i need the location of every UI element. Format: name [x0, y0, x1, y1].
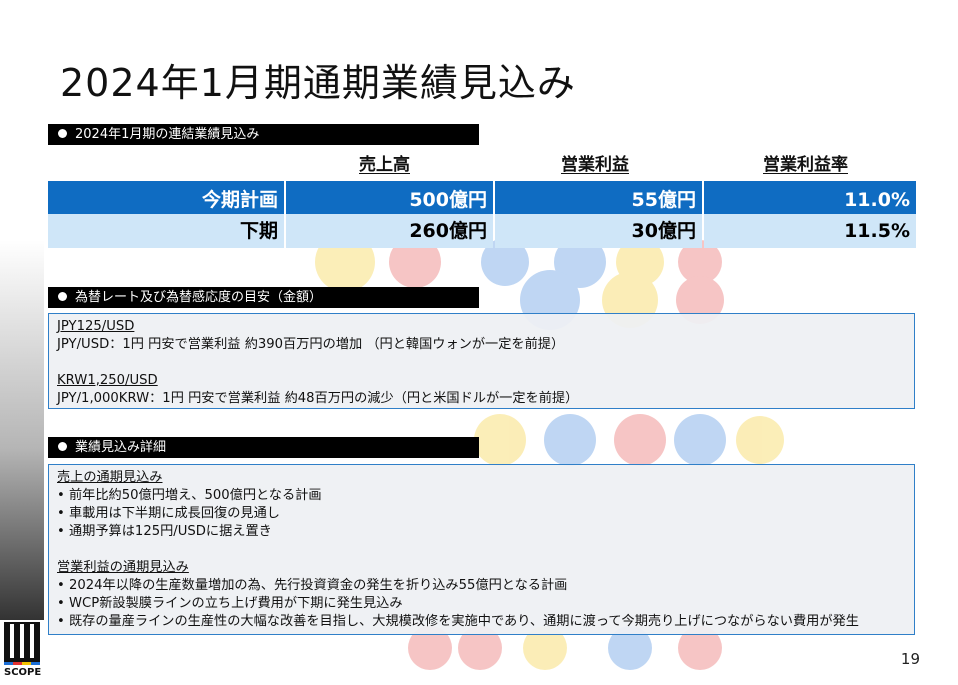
column-header-sales: 売上高 — [359, 155, 410, 175]
sidebar-gradient — [0, 240, 44, 620]
section-heading-label: 業績見込み詳細 — [75, 440, 167, 455]
op-profit-value: 30億円 — [495, 214, 702, 248]
fx-block1-text: JPY/USD：1円 円安で営業利益 約390百万円の増加 （円と韓国ウォンが一… — [57, 337, 565, 352]
list-item: 2024年以降の生産数量増加の為、先行投資資金の発生を折り込み55億円となる計画 — [57, 577, 906, 595]
fx-block1-title: JPY125/USD — [57, 319, 135, 334]
list-item: 車載用は下半期に成長回復の見通し — [57, 505, 906, 523]
forecast-details-box: 売上の通期見込み 前年比約50億円増え、500億円となる計画 車載用は下半期に成… — [48, 464, 915, 635]
row-label: 下期 — [48, 214, 284, 248]
column-header-operating-margin: 営業利益率 — [763, 155, 848, 175]
section-heading-details: 業績見込み詳細 — [48, 437, 479, 458]
profit-outlook-title: 営業利益の通期見込み — [57, 560, 189, 575]
section-heading-label: 為替レート及び為替感応度の目安（金額） — [75, 290, 323, 305]
fx-sensitivity-box: JPY125/USD JPY/USD：1円 円安で営業利益 約390百万円の増加… — [48, 313, 915, 409]
section-heading-label: 2024年1月期の連結業績見込み — [75, 127, 260, 142]
fx-block2-title: KRW1,250/USD — [57, 373, 158, 388]
sales-outlook-title: 売上の通期見込み — [57, 470, 163, 485]
bullet-dot-icon — [58, 129, 67, 138]
fx-block2-text: JPY/1,000KRW：1円 円安で営業利益 約48百万円の減少（円と米国ドル… — [57, 391, 579, 406]
list-item: WCP新設製膜ラインの立ち上げ費用が下期に発生見込み — [57, 595, 906, 613]
logo-text: SCOPE — [4, 667, 42, 678]
table-row: 下期 260億円 30億円 11.5% — [48, 214, 916, 248]
section-heading-forecast: 2024年1月期の連結業績見込み — [48, 124, 479, 145]
list-item: 前年比約50億円増え、500億円となる計画 — [57, 487, 906, 505]
section-heading-fx: 為替レート及び為替感応度の目安（金額） — [48, 287, 479, 308]
sales-value: 260億円 — [286, 214, 493, 248]
column-header-operating-profit: 営業利益 — [561, 155, 629, 175]
list-item: 通期予算は125円/USDに据え置き — [57, 523, 906, 541]
page-number: 19 — [900, 650, 920, 668]
page-title: 2024年1月期通期業績見込み — [60, 61, 576, 105]
bullet-dot-icon — [58, 442, 67, 451]
list-item: 既存の量産ラインの生産性の大幅な改善を目指し、大規模改修を実施中であり、通期に渡… — [57, 613, 906, 631]
bullet-dot-icon — [58, 292, 67, 301]
op-margin-value: 11.5% — [704, 214, 916, 248]
